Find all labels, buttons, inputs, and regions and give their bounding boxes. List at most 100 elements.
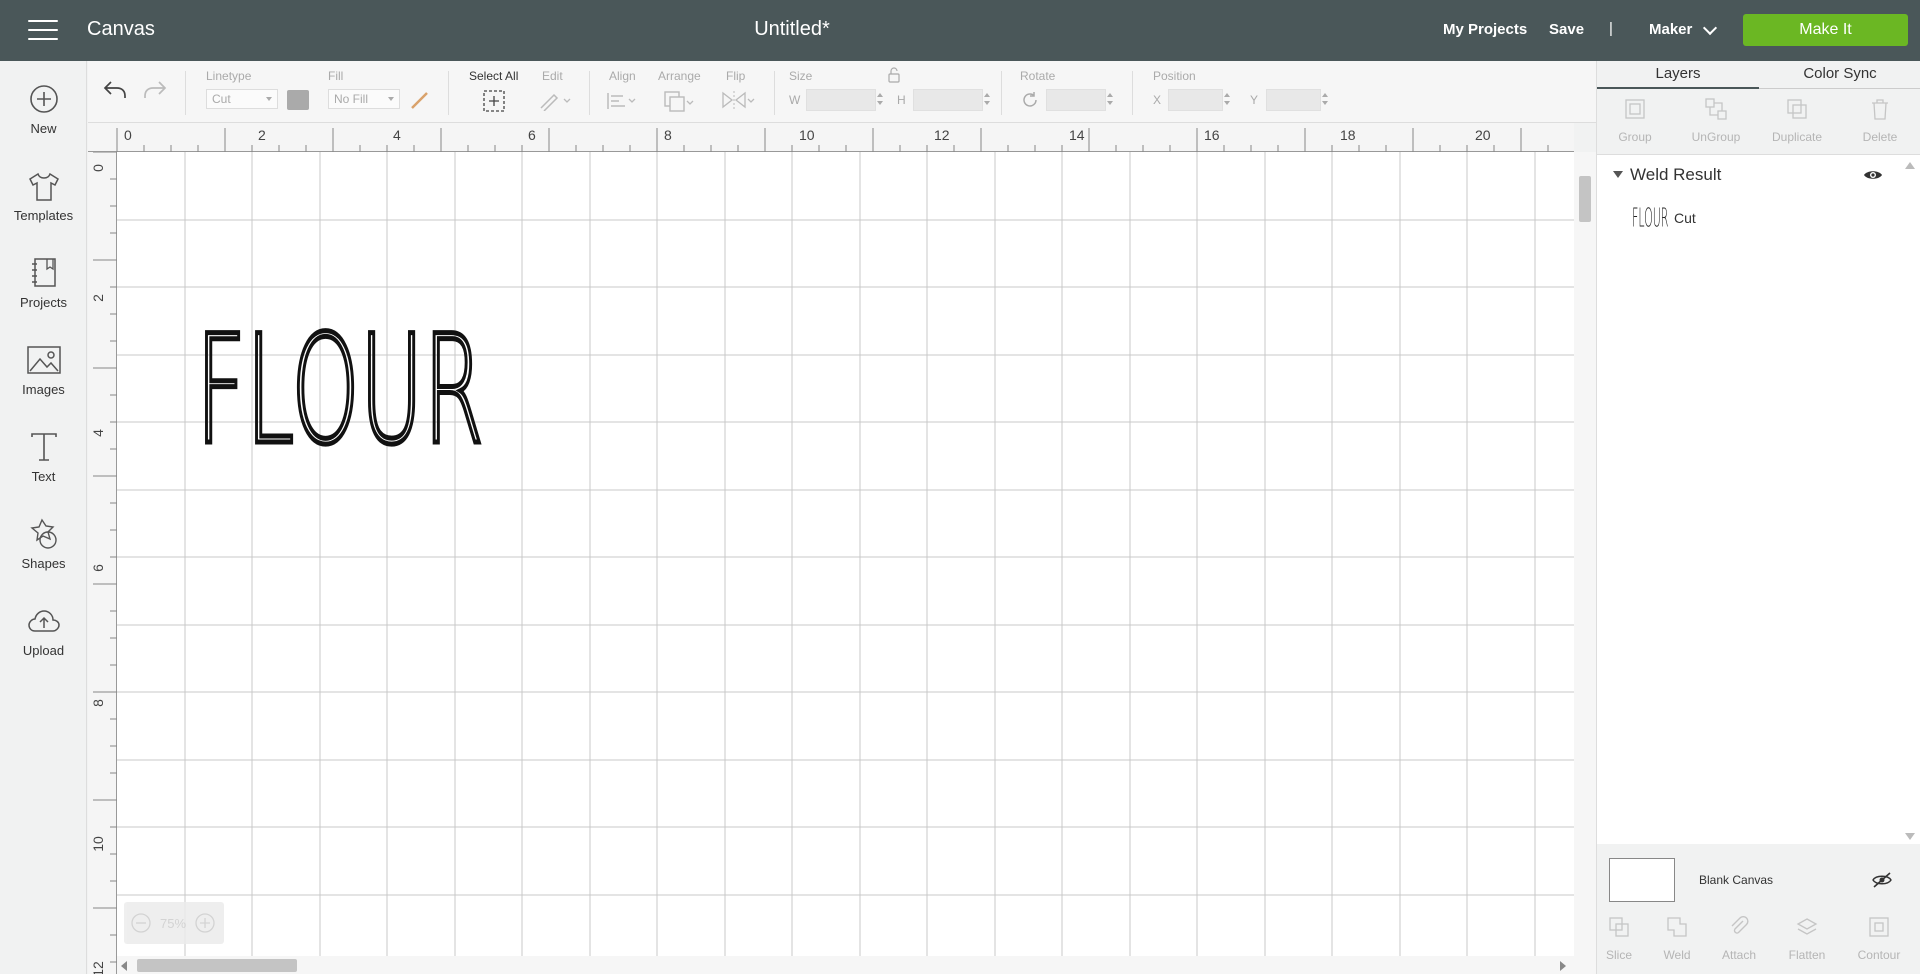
- toolbar-divider: [185, 71, 186, 115]
- layer-item-type[interactable]: Cut: [1674, 210, 1696, 226]
- edit-label: Edit: [542, 69, 563, 83]
- fill-select[interactable]: No Fill: [328, 89, 400, 109]
- sidebar-item-projects[interactable]: Projects: [0, 255, 87, 327]
- save-button[interactable]: Save: [1549, 21, 1584, 38]
- tab-layers[interactable]: Layers: [1597, 61, 1759, 89]
- design-text[interactable]: FLOUR: [194, 301, 486, 480]
- contour-button[interactable]: Contour: [1839, 915, 1919, 962]
- sidebar-item-label: Images: [22, 382, 65, 397]
- linetype-select[interactable]: Cut: [206, 89, 278, 109]
- design-canvas[interactable]: FLOUR 75%: [117, 152, 1574, 956]
- width-input[interactable]: [806, 89, 876, 111]
- x-stepper-icon[interactable]: [1222, 88, 1232, 110]
- flip-icon: [722, 91, 755, 109]
- redo-icon[interactable]: [142, 79, 168, 101]
- vertical-scrollbar[interactable]: [1574, 152, 1596, 956]
- my-projects-link[interactable]: My Projects: [1443, 21, 1527, 38]
- position-label: Position: [1153, 69, 1196, 83]
- linetype-value: Cut: [212, 92, 231, 106]
- rotate-label: Rotate: [1020, 69, 1056, 83]
- image-icon: [26, 346, 61, 374]
- rotate-input[interactable]: [1046, 89, 1106, 111]
- layer-thumbnail: FLOUR: [1632, 202, 1669, 234]
- height-stepper-icon[interactable]: [982, 88, 992, 110]
- width-stepper-icon[interactable]: [875, 88, 885, 110]
- make-it-button[interactable]: Make It: [1743, 14, 1908, 46]
- sidebar-item-text[interactable]: Text: [0, 429, 87, 501]
- bottom-tool-bar: Slice Weld Attach Flatten Contour: [1597, 909, 1920, 974]
- delete-button[interactable]: Delete: [1840, 97, 1920, 144]
- horizontal-scrollbar[interactable]: [117, 956, 1596, 974]
- list-scroll-up-icon[interactable]: [1905, 161, 1915, 169]
- sidebar-item-label: New: [30, 121, 57, 136]
- tshirt-icon: [28, 172, 59, 201]
- tab-color-sync[interactable]: Color Sync: [1759, 61, 1920, 89]
- machine-select[interactable]: Maker: [1649, 20, 1718, 38]
- left-ruler-label: 6: [90, 564, 106, 572]
- slice-icon: [1609, 917, 1629, 937]
- left-ruler-label: 2: [90, 294, 106, 302]
- pen-icon[interactable]: [409, 90, 431, 110]
- y-input[interactable]: [1266, 89, 1321, 111]
- size-label: Size: [789, 69, 813, 83]
- horizontal-scroll-thumb[interactable]: [137, 959, 297, 972]
- canvas-grid: FLOUR: [117, 152, 1574, 956]
- toolbar-divider: [1001, 71, 1002, 115]
- toolbar-divider: [1132, 71, 1133, 115]
- list-scroll-down-icon[interactable]: [1905, 833, 1915, 841]
- blank-canvas-swatch[interactable]: [1609, 858, 1675, 902]
- eye-hidden-icon[interactable]: [1871, 872, 1893, 888]
- trash-icon: [1872, 99, 1888, 120]
- text-icon: [30, 433, 57, 461]
- duplicate-button[interactable]: Duplicate: [1757, 97, 1837, 144]
- lock-icon[interactable]: [887, 67, 901, 83]
- sidebar-item-shapes[interactable]: Shapes: [0, 516, 87, 588]
- layers-panel: Layers Color Sync Group UnGroup Duplicat…: [1596, 61, 1920, 974]
- toolbar-divider: [448, 71, 449, 115]
- undo-icon[interactable]: [102, 79, 128, 101]
- left-ruler-label: 8: [90, 699, 106, 707]
- left-ruler-label: 10: [90, 836, 106, 852]
- flatten-icon: [1796, 918, 1818, 935]
- arrange-icon: [664, 91, 694, 112]
- cloud-upload-icon: [27, 610, 60, 632]
- sidebar-item-upload[interactable]: Upload: [0, 603, 87, 675]
- sidebar-item-label: Text: [31, 469, 56, 484]
- sidebar-item-new[interactable]: New: [0, 81, 87, 153]
- zoom-out-icon[interactable]: [130, 912, 152, 934]
- edit-icon: [540, 93, 571, 111]
- scroll-right-icon[interactable]: [1558, 961, 1566, 971]
- linetype-label: Linetype: [206, 69, 252, 83]
- rotate-stepper-icon[interactable]: [1105, 88, 1115, 110]
- height-input[interactable]: [913, 89, 983, 111]
- sidebar-item-templates[interactable]: Templates: [0, 168, 87, 240]
- x-input[interactable]: [1168, 89, 1223, 111]
- layer-group-name[interactable]: Weld Result: [1630, 165, 1721, 185]
- ungroup-icon: [1705, 98, 1727, 120]
- toolbar-divider: [589, 71, 590, 115]
- top-ruler-label: 10: [799, 127, 815, 143]
- flatten-button[interactable]: Flatten: [1767, 915, 1847, 962]
- width-label: W: [789, 93, 801, 107]
- machine-name: Maker: [1649, 21, 1693, 38]
- vertical-scroll-thumb[interactable]: [1579, 176, 1591, 222]
- ungroup-label: UnGroup: [1691, 130, 1741, 144]
- group-button[interactable]: Group: [1595, 97, 1675, 144]
- ungroup-button[interactable]: UnGroup: [1676, 97, 1756, 144]
- linetype-color-swatch[interactable]: [287, 90, 309, 110]
- delete-label: Delete: [1862, 130, 1898, 144]
- collapse-caret-icon[interactable]: [1613, 171, 1623, 179]
- sidebar-item-label: Projects: [20, 295, 67, 310]
- sidebar-item-images[interactable]: Images: [0, 342, 87, 414]
- design-space-app: Canvas Untitled* My Projects Save | Make…: [0, 0, 1920, 974]
- top-ruler-label: 20: [1475, 127, 1491, 143]
- y-label: Y: [1250, 93, 1259, 107]
- zoom-in-icon[interactable]: [194, 912, 216, 934]
- scroll-left-icon[interactable]: [121, 961, 129, 971]
- top-bar: Canvas Untitled* My Projects Save | Make…: [0, 0, 1920, 61]
- y-stepper-icon[interactable]: [1320, 88, 1330, 110]
- shapes-icon: [29, 518, 57, 549]
- eye-icon[interactable]: [1863, 168, 1883, 182]
- align-label: Align: [609, 69, 636, 83]
- left-ruler: 0 2 4 6 8 10 12: [88, 152, 117, 974]
